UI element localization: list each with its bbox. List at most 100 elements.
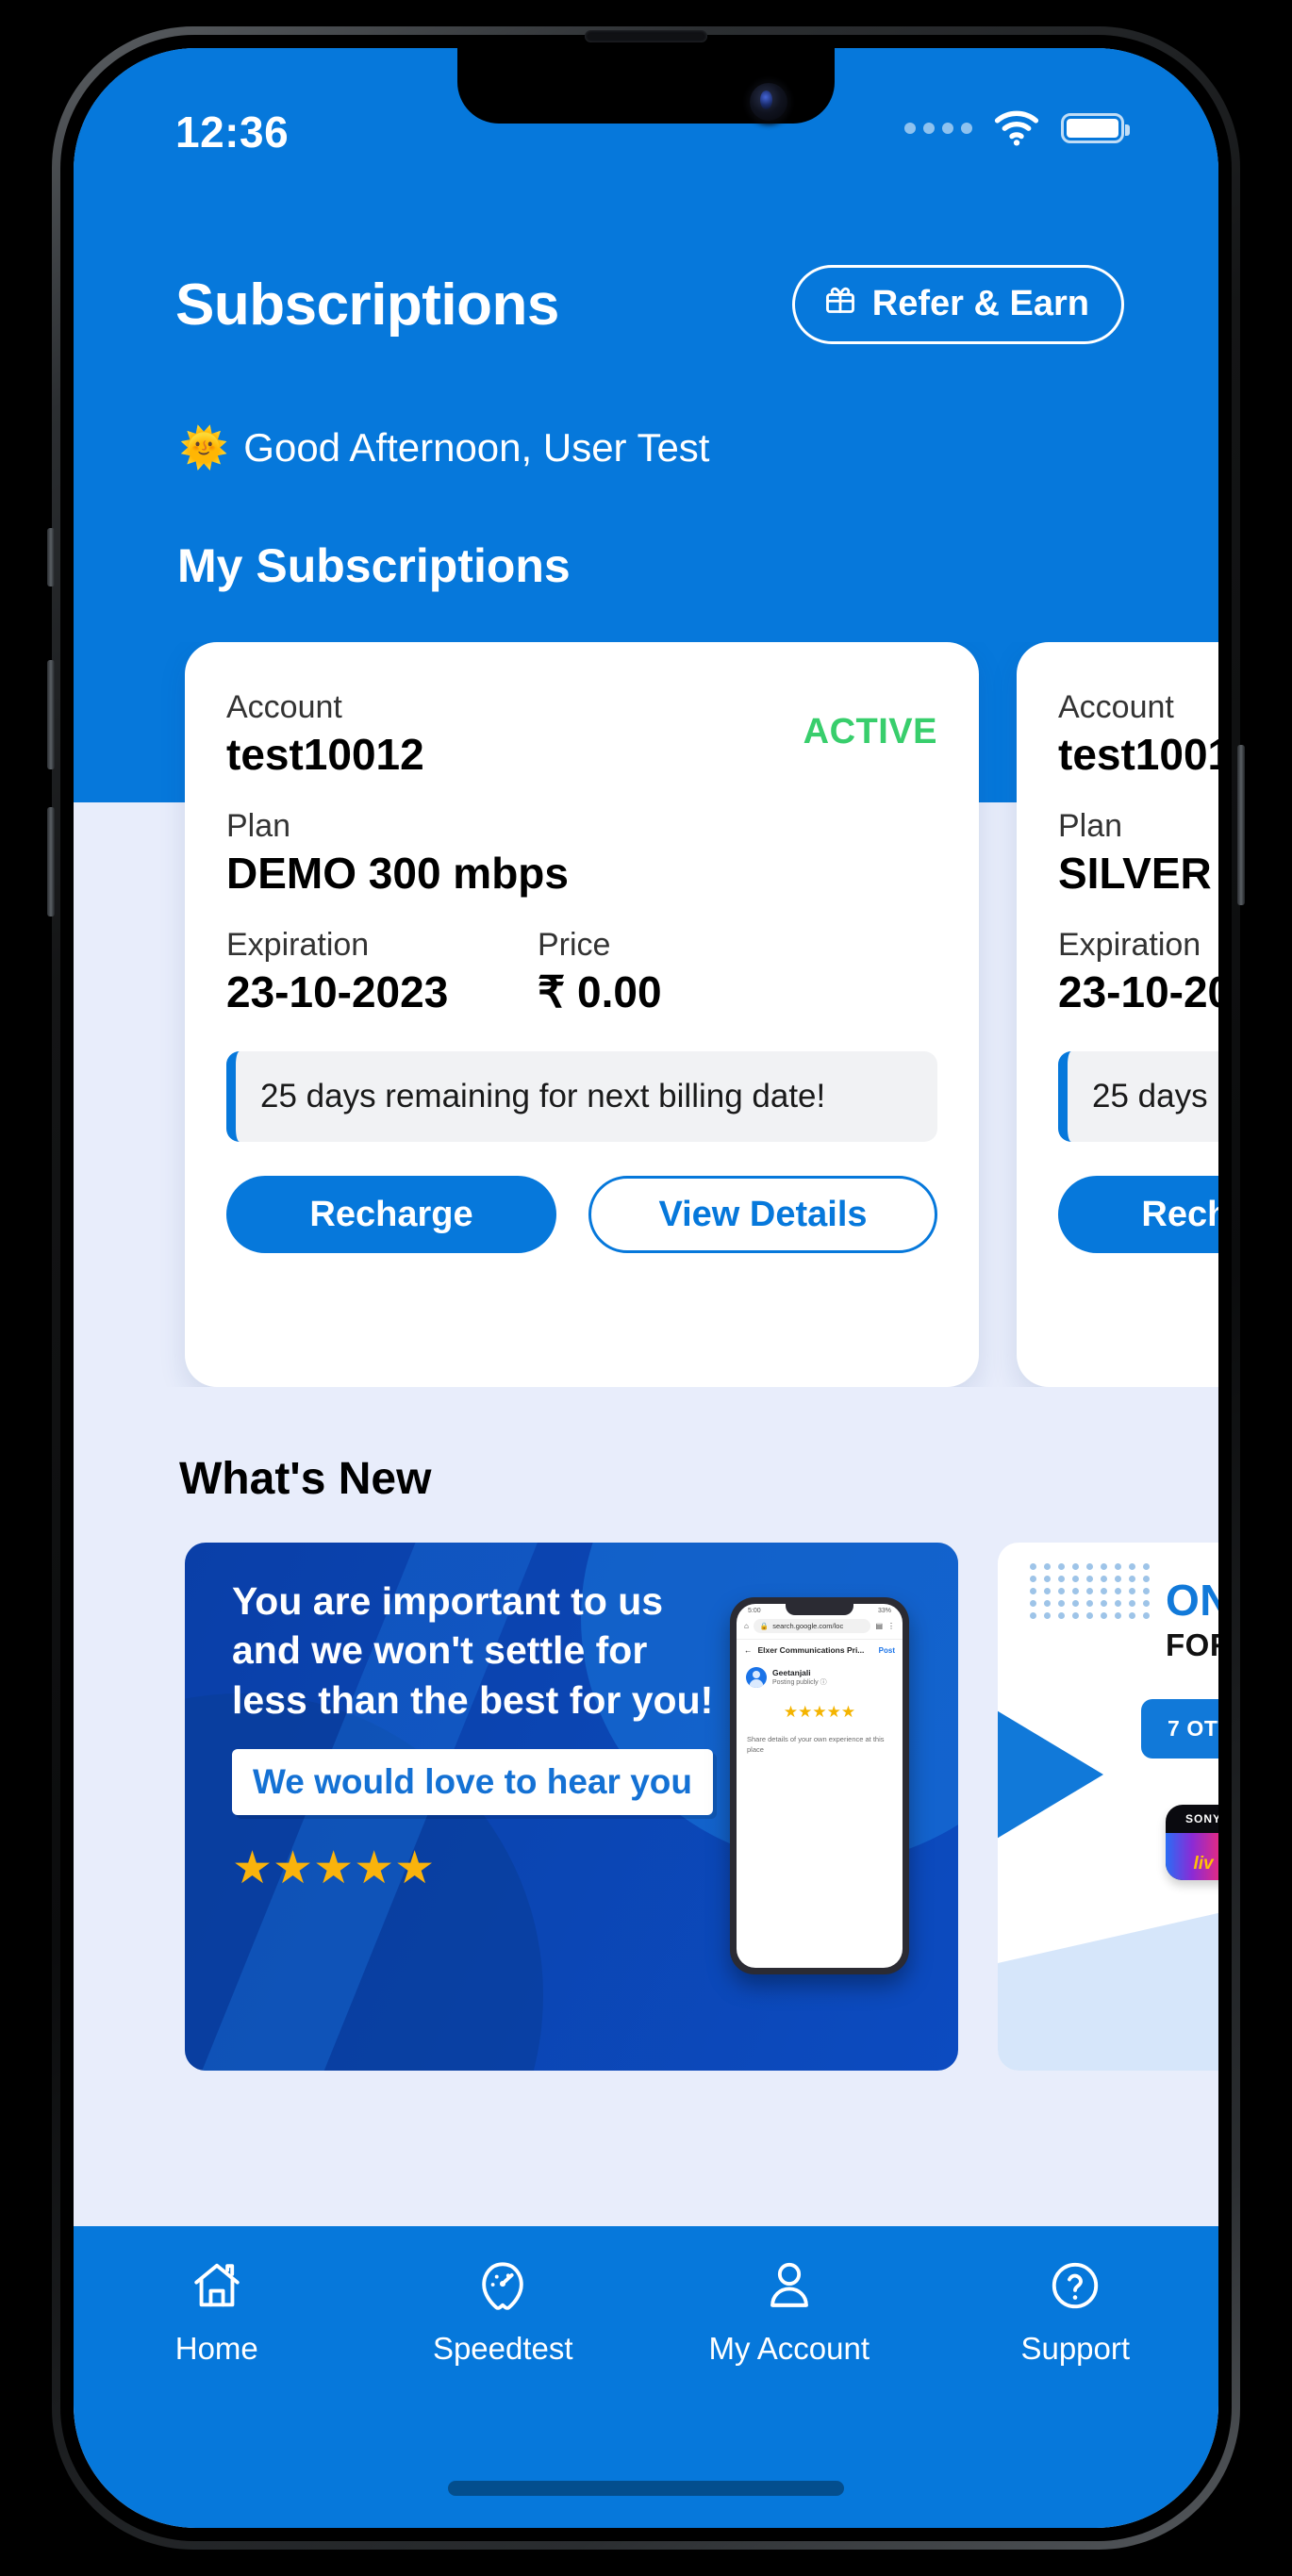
sonyliv-icon: SONY liv [1166, 1805, 1218, 1880]
refer-and-earn-label: Refer & Earn [871, 283, 1089, 323]
account-value: test1001 [1058, 729, 1218, 779]
silent-switch[interactable] [47, 528, 55, 586]
mockup-post-button: Post [878, 1645, 895, 1655]
promo-text-block: You are important to us and we won't set… [232, 1577, 722, 1894]
speedometer-icon [475, 2258, 530, 2318]
promo-banner-ott[interactable]: ONE C FOR DA 7 OTT APPS + 3 SONY liv pri… [998, 1543, 1218, 2071]
price-value: ₹ 0.00 [538, 966, 662, 1016]
status-badge: ACTIVE [803, 712, 937, 751]
subscriptions-carousel[interactable]: Account test10012 ACTIVE Plan DEMO 300 m… [74, 642, 1218, 1387]
account-label: Account [226, 689, 342, 725]
nav-label-home: Home [174, 2331, 258, 2366]
subscription-card[interactable]: Account test10012 ACTIVE Plan DEMO 300 m… [185, 642, 979, 1387]
ott-apps-badge: 7 OTT APPS + 3 [1141, 1699, 1218, 1759]
back-arrow-icon: ← [744, 1645, 753, 1655]
home-icon [190, 2258, 244, 2318]
plan-value: DEMO 300 mbps [226, 848, 569, 898]
mockup-notch [786, 1604, 853, 1615]
whats-new-heading: What's New [179, 1454, 432, 1504]
promo-cta-pill[interactable]: We would love to hear you [232, 1749, 713, 1816]
nav-label-speedtest: Speedtest [432, 2331, 573, 2366]
expiry-price-row: Expiration 23-10-20 Price ₹ 0.00 [1058, 925, 1218, 1019]
ott-headline-block: ONE C FOR DA [1166, 1578, 1218, 1663]
promo-stars: ★★★★★ [232, 1843, 436, 1894]
battery-full-icon [1061, 113, 1130, 143]
price-label: Price [538, 927, 611, 963]
expiration-label: Expiration [226, 927, 370, 963]
promo-headline: You are important to us and we won't set… [232, 1579, 714, 1722]
plan-block: Plan SILVER 15 [1058, 806, 1218, 900]
nav-label-my-account: My Account [708, 2331, 870, 2366]
sun-icon: 🌞 [179, 425, 229, 470]
earpiece-speaker [585, 30, 707, 42]
plan-label: Plan [1058, 808, 1123, 844]
question-circle-icon [1048, 2258, 1102, 2318]
greeting-row: 🌞 Good Afternoon, User Test [179, 425, 709, 471]
front-camera [750, 83, 787, 121]
nav-label-support: Support [1020, 2331, 1131, 2366]
mockup-url-pill: 🔒 search.google.com/loc [753, 1619, 871, 1633]
mockup-app-bar: ← Elxer Communications Pri... Post [737, 1639, 903, 1660]
lock-icon: 🔒 [759, 1622, 770, 1630]
avatar [746, 1667, 767, 1688]
gift-icon [823, 281, 857, 326]
ott-headline-line1: ONE C [1166, 1576, 1218, 1625]
expiration-value: 23-10-20 [1058, 966, 1218, 1016]
billing-note: 25 days remaining for next billing date! [1058, 1051, 1218, 1142]
nav-item-support[interactable]: Support [962, 2258, 1188, 2367]
phone-screen: Subscriptions Refer & Earn 🌞 Good Aftern… [74, 48, 1218, 2528]
my-subscriptions-heading: My Subscriptions [177, 539, 571, 592]
mockup-user-row: Geetanjali Posting publicly ⓘ [737, 1660, 903, 1690]
nav-item-my-account[interactable]: My Account [676, 2258, 903, 2367]
mockup-user-name: Geetanjali [772, 1668, 811, 1677]
phone-mockup: 5:00 33% ⌂ 🔒 search.google.com/loc ▤ ⋮ ← [730, 1597, 909, 1974]
phone-mockup-screen: 5:00 33% ⌂ 🔒 search.google.com/loc ▤ ⋮ ← [737, 1604, 903, 1968]
card-actions: Recharge View Details [1058, 1176, 1218, 1253]
recharge-button[interactable]: Recharge [226, 1176, 556, 1253]
decor-arrow [998, 1701, 1103, 1848]
greeting-text: Good Afternoon, User Test [243, 425, 710, 470]
recharge-button[interactable]: Recharge [1058, 1176, 1218, 1253]
page-title: Subscriptions [175, 272, 559, 338]
refer-and-earn-button[interactable]: Refer & Earn [791, 265, 1124, 344]
mockup-app-title: Elxer Communications Pri... [757, 1645, 865, 1655]
mockup-url-text: search.google.com/loc [772, 1622, 844, 1630]
status-icons [904, 110, 1130, 146]
account-label: Account [1058, 689, 1174, 725]
ott-app-icons: SONY liv [1166, 1805, 1218, 1880]
nav-item-home[interactable]: Home [104, 2258, 330, 2367]
mockup-user-visibility: Posting publicly ⓘ [772, 1679, 827, 1686]
view-details-button[interactable]: View Details [588, 1176, 937, 1253]
plan-value: SILVER 15 [1058, 848, 1218, 898]
mockup-rating-stars: ★★★★★ [783, 1703, 856, 1721]
promo-banner-review[interactable]: You are important to us and we won't set… [185, 1543, 958, 2071]
mockup-battery: 33% [877, 1608, 891, 1614]
mockup-home-icon: ⌂ [744, 1622, 749, 1630]
expiration-label: Expiration [1058, 927, 1201, 963]
volume-up-button[interactable] [47, 660, 55, 769]
plan-block: Plan DEMO 300 mbps [226, 806, 937, 900]
mockup-address-bar: ⌂ 🔒 search.google.com/loc ▤ ⋮ [737, 1616, 903, 1639]
status-time: 12:36 [175, 107, 290, 157]
person-icon [762, 2258, 817, 2318]
account-value: test10012 [226, 729, 424, 779]
promo-carousel[interactable]: You are important to us and we won't set… [74, 1543, 1218, 2089]
ott-headline-line2: FOR DA [1166, 1627, 1218, 1662]
mockup-tabs-icon: ▤ [875, 1622, 883, 1630]
expiration-value: 23-10-2023 [226, 966, 449, 1016]
mockup-time: 5:00 [748, 1608, 761, 1614]
card-header-row: Account test10012 ACTIVE [226, 687, 937, 782]
wifi-icon [993, 110, 1040, 146]
billing-note: 25 days remaining for next billing date! [226, 1051, 937, 1142]
plan-label: Plan [226, 808, 291, 844]
mockup-review-hint: Share details of your own experience at … [747, 1735, 885, 1754]
mockup-menu-icon: ⋮ [887, 1622, 895, 1630]
home-indicator[interactable] [448, 2481, 844, 2496]
volume-down-button[interactable] [47, 807, 55, 916]
signal-dots-icon [904, 123, 972, 134]
power-button[interactable] [1237, 745, 1245, 905]
nav-item-speedtest[interactable]: Speedtest [389, 2258, 616, 2367]
card-header-row: Account test1001 ACTIVE [1058, 687, 1218, 782]
subscription-card[interactable]: Account test1001 ACTIVE Plan SILVER 15 E… [1017, 642, 1218, 1387]
decor-dot-grid [1030, 1563, 1151, 1619]
